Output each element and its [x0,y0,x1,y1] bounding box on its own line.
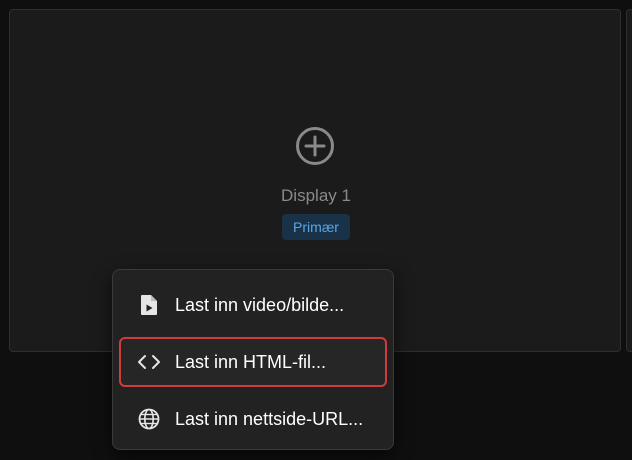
menu-item-load-video-image[interactable]: Last inn video/bilde... [113,280,393,330]
app-stage: Display 1 Primær Last inn video/bilde...… [0,0,632,460]
file-video-icon [137,293,161,317]
menu-item-label: Last inn video/bilde... [175,294,345,315]
menu-item-load-webpage-url[interactable]: Last inn nettside-URL... [113,394,393,444]
menu-item-load-html-file[interactable]: Last inn HTML-fil... [119,337,387,387]
plus-circle-icon[interactable] [295,126,335,166]
context-menu: Last inn video/bilde... Last inn HTML-fi… [112,269,394,450]
menu-item-label: Last inn HTML-fil... [175,351,327,372]
menu-item-label: Last inn nettside-URL... [175,408,364,429]
code-icon [137,350,161,374]
globe-icon [137,407,161,431]
display-name: Display 1 [281,186,351,205]
primary-badge: Primær [282,214,350,240]
display-card-secondary[interactable] [626,9,632,352]
